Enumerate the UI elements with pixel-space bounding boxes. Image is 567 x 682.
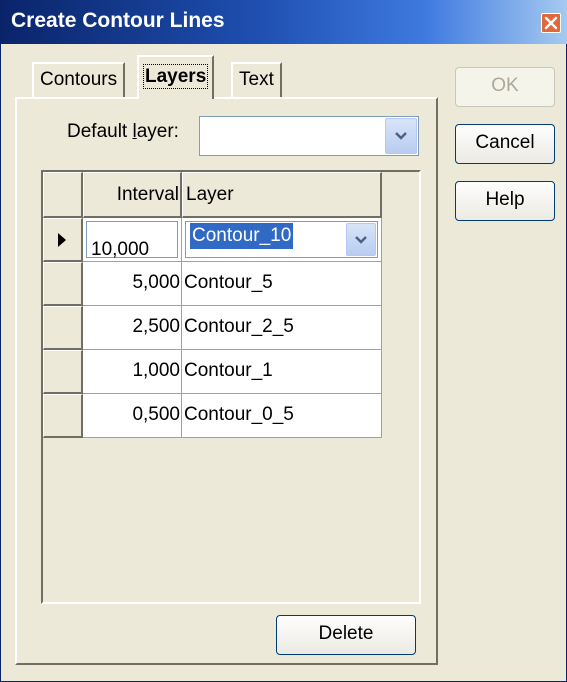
- current-row-indicator-icon: [58, 233, 66, 247]
- table-row-3-layer[interactable]: Contour_2_5: [182, 306, 382, 350]
- interval-edit-input[interactable]: 10,000: [86, 221, 178, 260]
- layer-edit-dropdown-button[interactable]: [346, 223, 376, 256]
- window-title: Create Contour Lines: [11, 9, 225, 32]
- row-header[interactable]: [43, 262, 83, 306]
- grid-corner-header: [43, 172, 83, 218]
- column-header-interval-label: Interval: [116, 184, 179, 205]
- default-layer-label-pre: Default: [67, 121, 133, 142]
- tab-contours-label: Contours: [40, 69, 118, 90]
- table-row-1-interval-cell[interactable]: 10,000: [83, 218, 182, 262]
- tab-contours[interactable]: Contours: [32, 62, 126, 98]
- column-header-layer[interactable]: Layer: [182, 172, 382, 218]
- table-row-1-layer-cell[interactable]: Contour_10: [182, 218, 382, 262]
- column-header-layer-label: Layer: [186, 184, 234, 205]
- chevron-down-icon: [355, 236, 367, 244]
- tab-text[interactable]: Text: [231, 62, 282, 98]
- tab-layers-label: Layers: [142, 64, 209, 89]
- grid-background: Interval Layer 10,000 Contour_10 5,000 C…: [43, 172, 419, 602]
- row-header[interactable]: [43, 306, 83, 350]
- tab-text-label: Text: [239, 69, 274, 90]
- layer-edit-value: Contour_10: [190, 223, 294, 249]
- layer-edit-select[interactable]: Contour_10: [185, 221, 378, 258]
- default-layer-label-post: ayer:: [136, 121, 179, 142]
- ok-button[interactable]: OK: [455, 67, 555, 107]
- table-row-5-layer[interactable]: Contour_0_5: [182, 394, 382, 438]
- close-button[interactable]: [541, 13, 561, 33]
- create-contour-lines-dialog: Create Contour Lines Contours Layers Tex…: [0, 0, 567, 682]
- table-row-4-interval[interactable]: 1,000: [83, 350, 182, 394]
- row-header[interactable]: [43, 350, 83, 394]
- table-row-5-interval[interactable]: 0,500: [83, 394, 182, 438]
- default-layer-label: Default layer:: [67, 121, 179, 143]
- row-header[interactable]: [43, 394, 83, 438]
- column-header-interval[interactable]: Interval: [83, 172, 182, 218]
- chevron-down-icon: [395, 132, 407, 140]
- table-row-4-layer[interactable]: Contour_1: [182, 350, 382, 394]
- help-button[interactable]: Help: [455, 181, 555, 221]
- close-icon: [544, 16, 558, 30]
- delete-button[interactable]: Delete: [276, 615, 416, 655]
- default-layer-dropdown-button[interactable]: [385, 118, 417, 154]
- cancel-button[interactable]: Cancel: [455, 124, 555, 164]
- table-row-3-interval[interactable]: 2,500: [83, 306, 182, 350]
- table-row-2-layer[interactable]: Contour_5: [182, 262, 382, 306]
- table-row-2-interval[interactable]: 5,000: [83, 262, 182, 306]
- title-bar[interactable]: Create Contour Lines: [1, 0, 567, 44]
- layers-grid[interactable]: Interval Layer 10,000 Contour_10 5,000 C…: [41, 170, 421, 604]
- row-header-current[interactable]: [43, 218, 83, 262]
- default-layer-select[interactable]: [199, 116, 419, 156]
- tab-layers[interactable]: Layers: [137, 55, 215, 99]
